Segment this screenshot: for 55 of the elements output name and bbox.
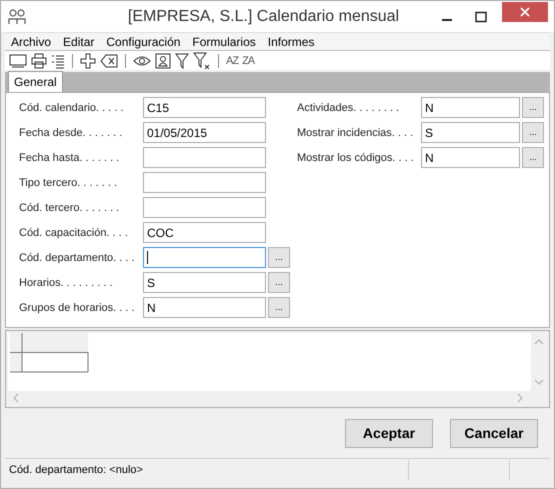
close-icon[interactable] (520, 6, 530, 16)
menu-item[interactable]: Archivo (11, 34, 52, 48)
lookup-button[interactable]: ... (268, 272, 290, 293)
lookup-button[interactable]: ... (522, 97, 544, 118)
field-label: Mostrar los códigos. . . . (297, 152, 415, 164)
field-label: Fecha hasta. . . . . . . (19, 152, 120, 164)
input-field[interactable]: C15 (143, 97, 266, 118)
lookup-button[interactable]: ... (268, 247, 290, 268)
plus-icon[interactable] (80, 52, 96, 68)
field-label: Cód. departamento. . . . (19, 252, 136, 264)
cancel-button[interactable]: Cancelar (450, 418, 538, 448)
lookup-button[interactable]: ... (522, 147, 544, 168)
filter-icon[interactable] (175, 52, 189, 68)
lookup-button[interactable]: ... (268, 297, 290, 318)
monitor-icon[interactable] (9, 52, 27, 68)
accept-button[interactable]: Aceptar (345, 418, 433, 448)
menu-item[interactable]: Formularios (192, 34, 256, 48)
field-label: Horarios. . . . . . . . . (19, 276, 114, 288)
input-field[interactable]: 01/05/2015 (143, 122, 266, 143)
field-label: Cód. tercero. . . . . . . (19, 202, 120, 214)
input-field[interactable] (143, 172, 266, 193)
field-label: Fecha desde. . . . . . . (19, 126, 124, 138)
people-icon (7, 8, 27, 26)
field-label: Cód. capacitación. . . . (19, 226, 129, 238)
input-field[interactable]: S (421, 122, 520, 143)
input-field[interactable]: N (143, 297, 266, 318)
field-label: Cód. calendario. . . . . (19, 102, 125, 114)
input-field[interactable] (143, 247, 266, 268)
input-field[interactable] (143, 147, 266, 168)
maximize-icon[interactable] (475, 10, 487, 22)
status-text: Cód. departamento: <nulo> (8, 464, 144, 476)
close-button[interactable] (502, 2, 548, 22)
field-label: Actividades. . . . . . . . (297, 102, 400, 114)
eye-icon[interactable] (133, 54, 151, 66)
list-icon[interactable] (51, 52, 65, 68)
filter-clear-icon[interactable] (193, 52, 211, 70)
person-icon[interactable] (155, 52, 171, 68)
input-field[interactable]: N (421, 97, 520, 118)
sort-button[interactable]: AZ (226, 54, 238, 66)
printer-icon[interactable] (31, 52, 47, 68)
menu-item[interactable]: Configuración (106, 34, 180, 48)
sort-button[interactable]: ZA (242, 54, 254, 66)
lookup-button[interactable]: ... (522, 122, 544, 143)
window-title: [EMPRESA, S.L.] Calendario mensual (126, 8, 400, 26)
field-label: Tipo tercero. . . . . . . (19, 176, 118, 188)
input-field[interactable]: S (143, 272, 266, 293)
field-label: Grupos de horarios. . . . (19, 302, 136, 314)
input-field[interactable]: COC (143, 222, 266, 243)
tab[interactable]: General (8, 71, 63, 92)
field-label: Mostrar incidencias. . . . (297, 126, 414, 138)
menu-item[interactable]: Informes (268, 34, 314, 48)
backspace-icon[interactable] (100, 52, 118, 68)
menu-item[interactable]: Editar (63, 34, 94, 48)
input-field[interactable] (143, 197, 266, 218)
input-field[interactable]: N (421, 147, 520, 168)
